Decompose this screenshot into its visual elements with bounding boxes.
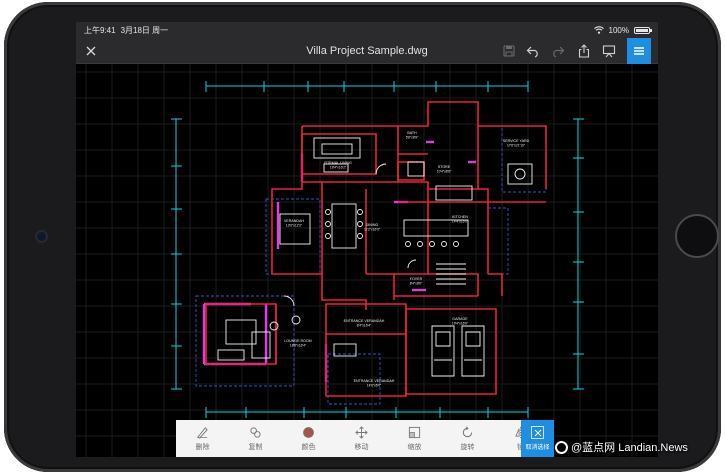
edit-move-button[interactable]: 移动 [335,420,388,457]
room-size-label: 11'2"x16'0" [364,228,381,232]
dimension-lines [171,81,584,418]
edit-color-button[interactable]: 颜色 [282,420,335,457]
home-button[interactable] [675,214,719,258]
room-size-label: 13'0"x12'2" [286,224,303,228]
pencil-icon [197,426,208,439]
edit-pencil-button[interactable]: 删除 [176,420,229,457]
room-size-label: 14'4"x16'0" [452,220,469,224]
drawing-grid [76,64,658,457]
app-screen: 上午9:41 3月18日 周一 100% Villa Project Sampl… [76,22,658,457]
room-name-label: SERVICE YARD [503,139,530,143]
app-toolbar: Villa Project Sample.dwg [76,38,658,64]
room-name-label: BATH [407,131,417,135]
wifi-icon [593,26,604,34]
scale-icon [408,426,421,438]
room-size-label: 5'8"x8'9" [406,136,419,140]
watermark: @蓝点网 Landian.News [555,438,688,456]
floor-plan-drawing[interactable]: BATH5'8"x8'9" SERVICE YARD17'6"x21'10" FOR… [76,64,658,457]
room-name-label: DINING [366,223,379,227]
save-icon[interactable] [500,42,518,60]
share-icon[interactable] [575,42,593,60]
deselect-button[interactable]: 取消选择 [521,420,554,457]
room-size-label: 8'4"x8'0" [410,282,423,286]
selected-objects [202,140,476,382]
edit-toolbar: 删除复制颜色移动缩放旋转镜 [176,420,554,457]
room-name-label: KITCHEN [452,215,468,219]
present-icon[interactable] [600,42,618,60]
edit-rotate-button[interactable]: 旋转 [441,420,494,457]
room-name-label: LOUNGE ROOM [284,339,311,343]
room-name-label: ENTRANCE VERANDAH [354,379,395,383]
edit-item-label: 移动 [354,443,369,451]
status-time: 上午9:41 [84,25,116,35]
room-size-label: 18'8"x16'4" [290,344,307,348]
battery-icon [634,26,652,34]
copy-icon [250,426,261,438]
room-name-label: VERANDAH [284,219,304,223]
color-icon [303,426,314,438]
room-name-label: FORMAL LIVING [324,161,352,165]
menu-icon[interactable] [627,38,651,64]
edit-item-label: 颜色 [301,443,316,451]
room-size-label: 17'6"x21'10" [507,144,526,148]
edit-item-label: 删除 [195,443,210,451]
status-date: 3月18日 周一 [120,25,169,35]
walls [205,101,547,397]
room-name-label: FOYER [410,277,423,281]
undo-icon[interactable] [524,42,542,60]
room-size-label: 18'4"x16'2" [330,166,347,170]
edit-item-label: 缩放 [407,443,422,451]
rotate-icon [462,426,473,437]
move-icon [355,425,368,439]
room-name-label: GARAGE [452,317,468,321]
edit-scale-button[interactable]: 缩放 [388,420,441,457]
dashed-outlines [195,125,547,405]
edit-item-label: 复制 [248,443,263,451]
room-size-label: 14'0"x6'0" [367,384,382,388]
watermark-text: @蓝点网 Landian.News [571,442,688,454]
redo-icon[interactable] [549,42,567,60]
tablet-frame: 上午9:41 3月18日 周一 100% Villa Project Sampl… [4,2,721,472]
front-camera [37,232,46,241]
edit-item-label: 旋转 [460,443,475,451]
room-name-label: ENTRANCE VERANDAH [344,319,385,323]
battery-percent: 100% [608,25,629,35]
room-size-label: 10'4"x8'6" [437,170,452,174]
room-size-label: 19'4"x16'0" [452,322,469,326]
status-bar: 上午9:41 3月18日 周一 100% [76,22,658,38]
deselect-icon [531,426,544,439]
edit-copy-button[interactable]: 复制 [229,420,282,457]
close-icon[interactable] [82,42,100,60]
room-name-label: STORE [438,165,451,169]
deselect-label: 取消选择 [525,445,550,451]
drawing-canvas[interactable]: BATH 5'8"x8'9" SERVICE YARD 17'6"x21'10" FOR… [76,64,658,457]
room-size-label: 8'4"x16'4" [357,324,372,328]
watermark-logo [555,440,568,454]
document-title: Villa Project Sample.dwg [306,45,428,57]
